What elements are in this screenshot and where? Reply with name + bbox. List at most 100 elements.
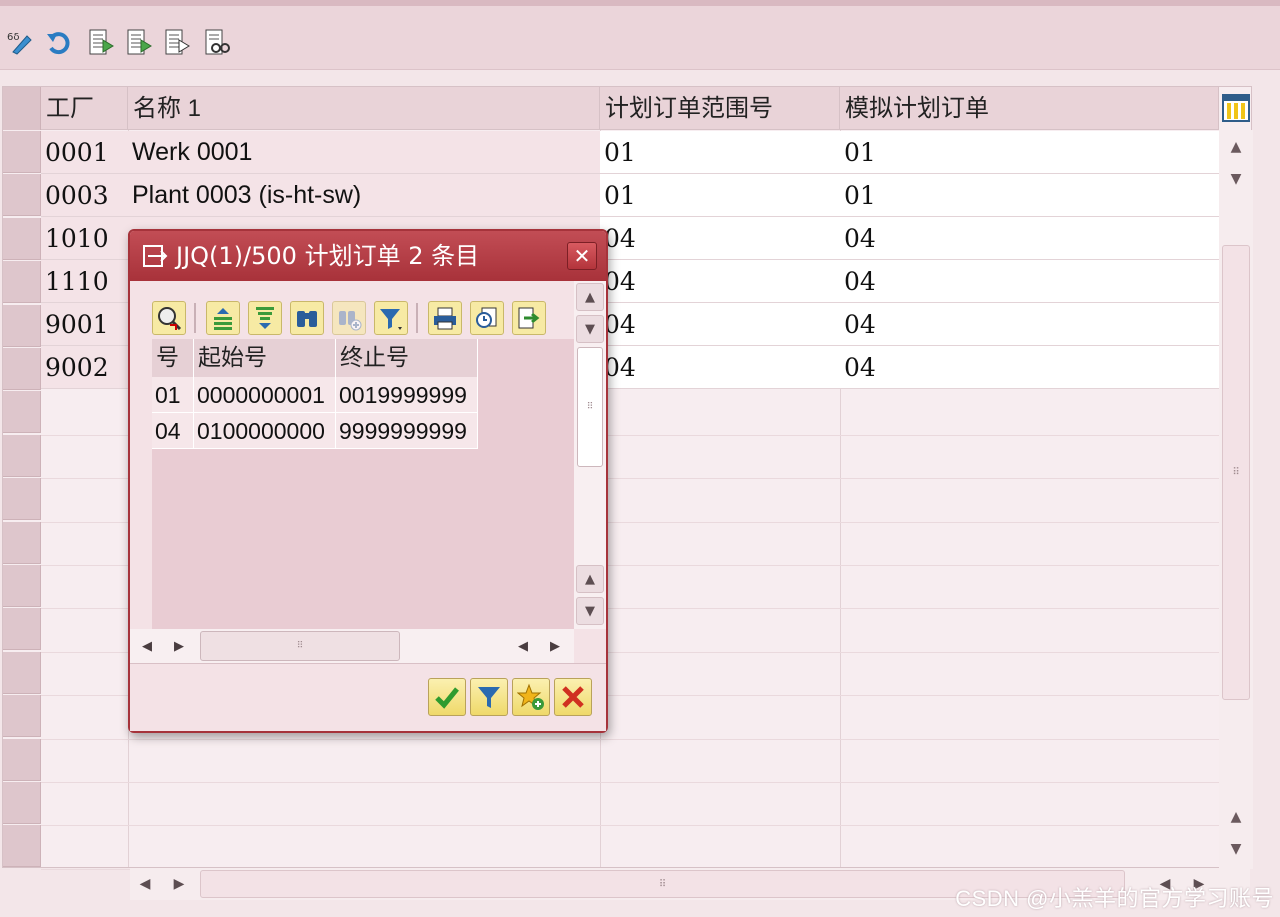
cell-plant[interactable]: 0003: [41, 174, 128, 217]
column-header-simulated[interactable]: 模拟计划订单: [840, 87, 1219, 130]
find-next-icon[interactable]: [332, 301, 366, 335]
column-header-range[interactable]: 计划订单范围号: [600, 87, 840, 130]
grid-line: [41, 738, 1219, 740]
cell-plant[interactable]: 9002: [41, 346, 128, 389]
cell-no[interactable]: 01: [152, 377, 194, 413]
scroll-left-icon[interactable]: ◀: [132, 870, 158, 898]
column-header-name[interactable]: 名称 1: [128, 87, 600, 130]
restrictions-button[interactable]: [470, 678, 508, 716]
row-selector[interactable]: [3, 261, 41, 304]
row-selector[interactable]: [3, 174, 41, 217]
toolbar-separator: [416, 303, 418, 333]
display-change-icon[interactable]: 6δ: [6, 26, 36, 58]
dialog-title-bar[interactable]: JJQ(1)/500 计划订单 2 条目: [130, 231, 606, 281]
row-selector[interactable]: [3, 565, 41, 607]
scroll-right-icon[interactable]: ▶: [166, 870, 192, 898]
scroll-up-icon[interactable]: ▲: [1222, 134, 1250, 160]
cell-to[interactable]: 0019999999: [336, 377, 478, 413]
scroll-left-icon[interactable]: ◀: [134, 633, 160, 659]
export-doc-icon-3[interactable]: [162, 26, 192, 58]
scroll-thumb[interactable]: ⠿: [1222, 245, 1250, 700]
scroll-up-icon[interactable]: ▲: [576, 283, 604, 311]
row-selector[interactable]: [3, 434, 41, 477]
cell-no[interactable]: 04: [152, 413, 194, 449]
cell-from[interactable]: 0000000001: [194, 377, 336, 413]
scroll-right-icon[interactable]: ▶: [166, 633, 192, 659]
cell-simulated[interactable]: 04: [840, 346, 1219, 389]
cell-range[interactable]: 01: [600, 131, 840, 174]
new-entry-button[interactable]: [512, 678, 550, 716]
confirm-button[interactable]: [428, 678, 466, 716]
scroll-down-icon[interactable]: ▼: [576, 597, 604, 625]
scroll-down-icon[interactable]: ▼: [1222, 836, 1250, 862]
row-selector[interactable]: [3, 217, 41, 260]
cell-simulated[interactable]: 01: [840, 131, 1219, 174]
scroll-up-icon[interactable]: ▲: [1222, 804, 1250, 830]
cell-range[interactable]: 04: [600, 346, 840, 389]
cell-range[interactable]: 01: [600, 174, 840, 217]
cell-simulated[interactable]: 04: [840, 303, 1219, 346]
find-binoculars-icon[interactable]: [290, 301, 324, 335]
grid-line: [41, 825, 1219, 827]
scroll-thumb[interactable]: ⠿: [577, 347, 603, 467]
cell-plant[interactable]: 0001: [41, 131, 128, 174]
select-all-cell[interactable]: [3, 87, 41, 130]
export-doc-icon-1[interactable]: [86, 26, 116, 58]
cell-plant[interactable]: 1110: [41, 260, 128, 303]
cell-plant[interactable]: 1010: [41, 217, 128, 260]
cell-from[interactable]: 0100000000: [194, 413, 336, 449]
scroll-thumb[interactable]: ⠿: [200, 631, 400, 661]
cancel-button[interactable]: [554, 678, 592, 716]
cell-name[interactable]: Werk 0001: [128, 131, 600, 174]
cell-simulated[interactable]: 04: [840, 217, 1219, 260]
scroll-up-icon[interactable]: ▲: [576, 565, 604, 593]
dialog-vertical-scrollbar[interactable]: ▲ ▼ ⠿ ▲ ▼: [574, 281, 606, 629]
column-layout-icon[interactable]: [1221, 93, 1251, 123]
filter-icon: [478, 687, 500, 708]
row-selector[interactable]: [3, 304, 41, 347]
row-selector[interactable]: [3, 782, 41, 824]
table-vertical-scrollbar[interactable]: ▲ ▼ ⠿ ▲ ▼: [1219, 130, 1253, 869]
close-button[interactable]: ✕: [567, 242, 597, 270]
watermark: CSDN @小羔羊的官方学习账号: [955, 886, 1274, 911]
sort-ascending-icon[interactable]: [206, 301, 240, 335]
column-header-no[interactable]: 号: [152, 339, 194, 377]
find-doc-icon[interactable]: [202, 26, 232, 58]
column-header-from[interactable]: 起始号: [194, 339, 336, 377]
row-selector[interactable]: [3, 825, 41, 868]
scroll-down-icon[interactable]: ▼: [1222, 166, 1250, 192]
scroll-left-icon[interactable]: ◀: [510, 633, 536, 659]
row-selector[interactable]: [3, 521, 41, 564]
print-icon[interactable]: [428, 301, 462, 335]
cell-simulated[interactable]: 01: [840, 174, 1219, 217]
cell-name[interactable]: Plant 0003 (is-ht-sw): [128, 174, 600, 217]
row-selector[interactable]: [3, 348, 41, 390]
toolbar-separator: [194, 303, 196, 333]
row-selector[interactable]: [3, 608, 41, 651]
row-selector[interactable]: [3, 738, 41, 781]
row-selector[interactable]: [3, 695, 41, 738]
details-icon[interactable]: [152, 301, 186, 335]
column-header-plant[interactable]: 工厂: [41, 87, 128, 130]
row-selector[interactable]: [3, 391, 41, 434]
export-doc-icon-2[interactable]: [124, 26, 154, 58]
cell-to[interactable]: 9999999999: [336, 413, 478, 449]
cell-range[interactable]: 04: [600, 260, 840, 303]
undo-icon[interactable]: [44, 26, 74, 58]
row-selector[interactable]: [3, 651, 41, 694]
cell-simulated[interactable]: 04: [840, 260, 1219, 303]
row-selector[interactable]: [3, 478, 41, 521]
cell-plant[interactable]: 9001: [41, 303, 128, 346]
view-change-icon[interactable]: [470, 301, 504, 335]
scroll-right-icon[interactable]: ▶: [542, 633, 568, 659]
filter-icon[interactable]: [374, 301, 408, 335]
cell-range[interactable]: 04: [600, 217, 840, 260]
row-selector[interactable]: [3, 131, 41, 173]
export-icon[interactable]: [512, 301, 546, 335]
column-header-to[interactable]: 终止号: [336, 339, 478, 377]
dialog-horizontal-scrollbar[interactable]: ◀ ▶ ⠿ ◀ ▶: [130, 629, 574, 663]
table-header: 工厂 名称 1 计划订单范围号 模拟计划订单: [3, 87, 1219, 130]
scroll-down-icon[interactable]: ▼: [576, 315, 604, 343]
sort-descending-icon[interactable]: [248, 301, 282, 335]
cell-range[interactable]: 04: [600, 303, 840, 346]
